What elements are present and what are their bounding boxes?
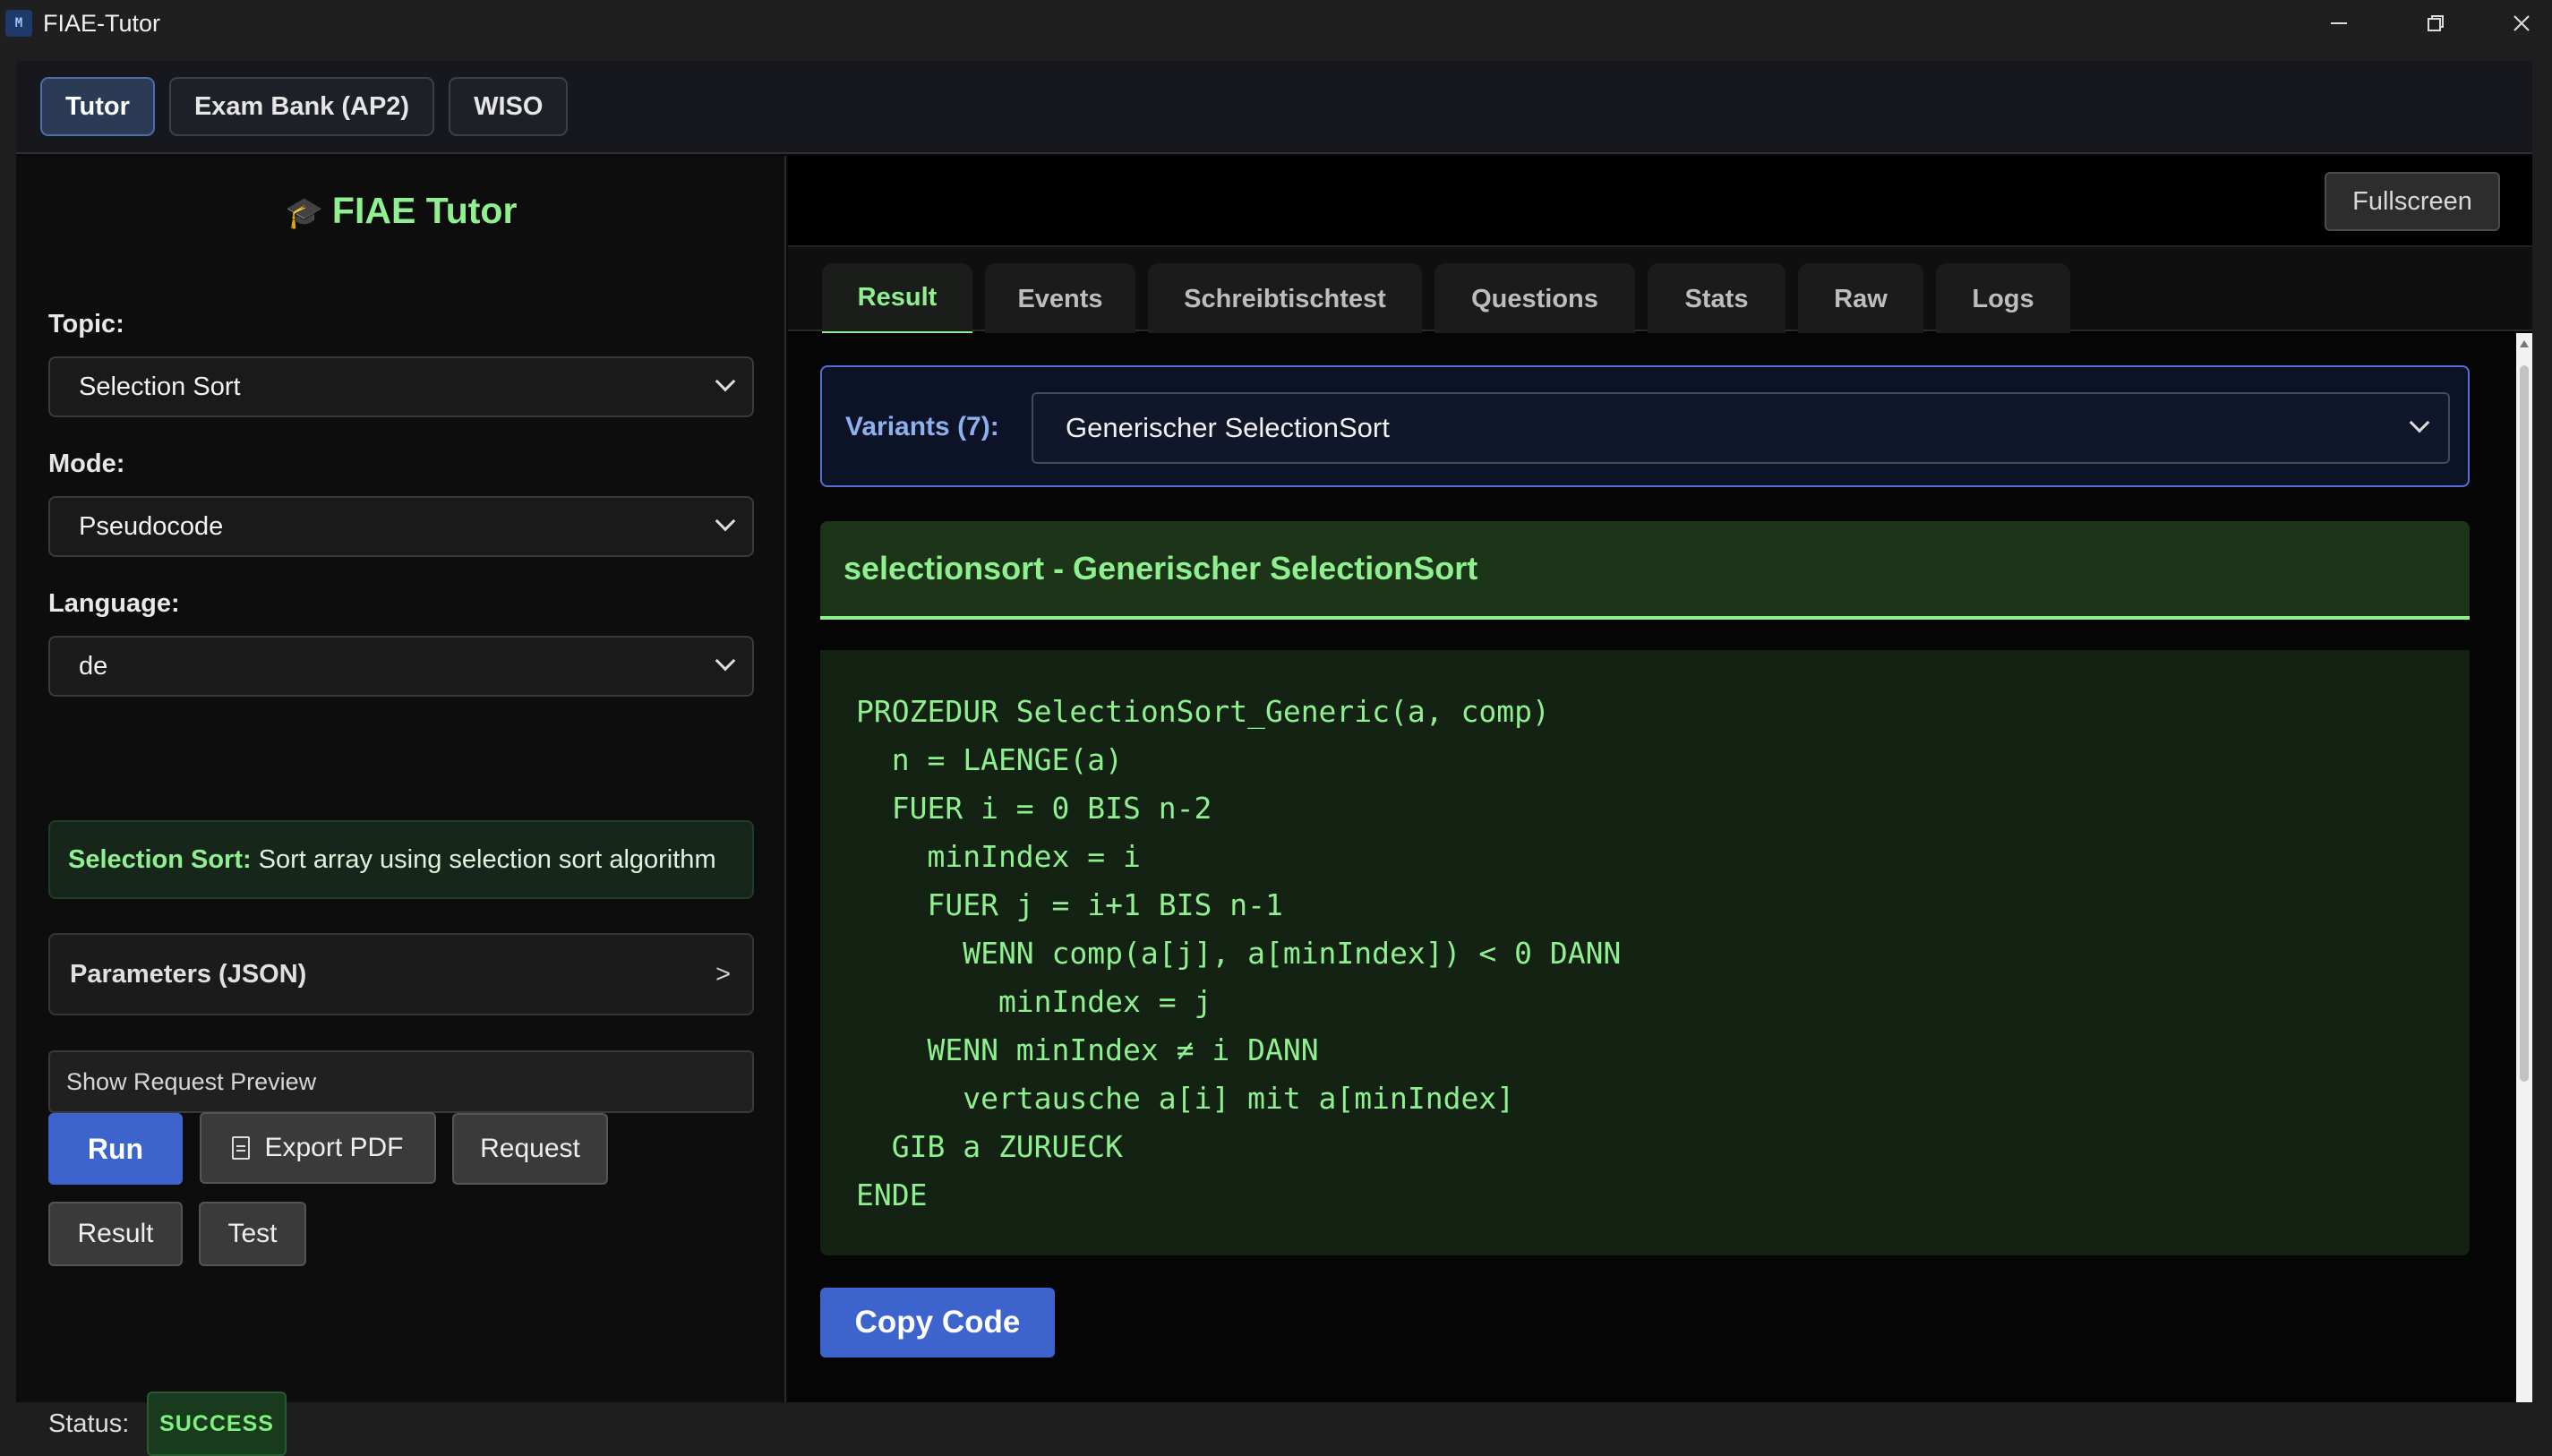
sidebar: 🎓 FIAE Tutor Topic: Selection Sort Mode: … <box>16 156 786 1456</box>
graduation-cap-icon: 🎓 <box>285 196 323 230</box>
language-select-value: de <box>79 651 108 681</box>
code-line: minIndex = j <box>856 984 1212 1019</box>
restore-icon[interactable] <box>2394 0 2477 47</box>
fullscreen-button[interactable]: Fullscreen <box>2325 172 2500 231</box>
app-window: Tutor Exam Bank (AP2) WISO 🎓 FIAE Tutor T… <box>16 61 2532 1456</box>
result-button[interactable]: Result <box>48 1202 183 1266</box>
brand-title: FIAE Tutor <box>331 190 518 231</box>
app-logo-icon: M <box>5 10 32 37</box>
export-pdf-button[interactable]: Export PDF <box>200 1112 436 1184</box>
code-line: GIB a ZURUECK <box>856 1129 1124 1164</box>
close-icon[interactable] <box>2491 0 2552 47</box>
chevron-down-icon <box>715 371 736 392</box>
chevron-down-icon <box>715 650 736 672</box>
brand-header: 🎓 FIAE Tutor <box>16 190 786 232</box>
result-tabs: Result Events Schreibtischtest Questions… <box>788 245 2532 335</box>
language-select[interactable]: de <box>48 636 754 697</box>
variants-select[interactable]: Generischer SelectionSort <box>1032 392 2450 464</box>
topic-info-name: Selection Sort: <box>68 844 252 874</box>
variants-label: Variants (7): <box>845 412 999 441</box>
tab-schreibtischtest[interactable]: Schreibtischtest <box>1148 263 1422 335</box>
code-line: WENN comp(a[j], a[minIndex]) < 0 DANN <box>856 936 1622 971</box>
result-title: selectionsort - Generischer SelectionSor… <box>820 521 2470 620</box>
nav-tab-exam-bank[interactable]: Exam Bank (AP2) <box>168 77 435 136</box>
code-line: PROZEDUR SelectionSort_Generic(a, comp) <box>856 694 1550 729</box>
topic-select[interactable]: Selection Sort <box>48 356 754 417</box>
tab-logs[interactable]: Logs <box>1936 263 2070 335</box>
request-button[interactable]: Request <box>452 1113 608 1185</box>
mode-select-value: Pseudocode <box>79 511 224 541</box>
chevron-down-icon <box>2409 412 2430 433</box>
code-line: n = LAENGE(a) <box>856 742 1124 777</box>
main-panel: Fullscreen Result Events Schreibtischtes… <box>788 156 2532 1402</box>
chevron-down-icon <box>715 510 736 532</box>
parameters-json-toggle[interactable]: Parameters (JSON) > <box>48 933 754 1015</box>
topic-info-description: Sort array using selection sort algorith… <box>258 844 716 874</box>
document-icon <box>232 1136 251 1160</box>
minimize-icon[interactable] <box>2298 0 2380 47</box>
code-line: FUER j = i+1 BIS n-1 <box>856 887 1283 922</box>
topic-info-box: Selection Sort: Sort array using selecti… <box>48 820 754 899</box>
tab-result[interactable]: Result <box>822 263 972 335</box>
code-line: minIndex = i <box>856 839 1141 874</box>
code-line: FUER i = 0 BIS n-2 <box>856 791 1212 826</box>
variants-select-value: Generischer SelectionSort <box>1066 412 1390 443</box>
code-line: vertausche a[i] mit a[minIndex] <box>856 1081 1515 1116</box>
code-line: WENN minIndex ≠ i DANN <box>856 1032 1319 1067</box>
nav-tab-wiso[interactable]: WISO <box>449 77 569 136</box>
chevron-right-icon: > <box>715 959 731 989</box>
topic-label: Topic: <box>48 310 124 338</box>
show-request-preview-toggle[interactable]: Show Request Preview <box>48 1050 754 1113</box>
language-label: Language: <box>48 589 180 618</box>
copy-code-button[interactable]: Copy Code <box>820 1288 1055 1358</box>
top-navigation: Tutor Exam Bank (AP2) WISO <box>16 61 2532 154</box>
run-button[interactable]: Run <box>48 1113 183 1185</box>
export-pdf-label: Export PDF <box>264 1133 404 1162</box>
tab-questions[interactable]: Questions <box>1434 263 1635 335</box>
window-titlebar: M FIAE-Tutor <box>0 0 2552 47</box>
topic-select-value: Selection Sort <box>79 372 241 401</box>
status-label: Status: <box>48 1409 130 1438</box>
variants-panel: Variants (7): Generischer SelectionSort <box>820 365 2470 487</box>
scrollbar[interactable] <box>2516 333 2532 1402</box>
parameters-label: Parameters (JSON) <box>70 959 307 989</box>
tab-stats[interactable]: Stats <box>1648 263 1786 335</box>
scroll-up-arrow-icon[interactable] <box>2520 340 2529 347</box>
tab-raw[interactable]: Raw <box>1798 263 1923 335</box>
result-content: Variants (7): Generischer SelectionSort … <box>788 333 2532 1402</box>
code-line: ENDE <box>856 1178 928 1212</box>
mode-label: Mode: <box>48 450 125 478</box>
test-button[interactable]: Test <box>199 1202 306 1266</box>
mode-select[interactable]: Pseudocode <box>48 496 754 557</box>
tab-events[interactable]: Events <box>985 263 1135 335</box>
scrollbar-thumb[interactable] <box>2520 365 2529 1082</box>
status-badge: SUCCESS <box>147 1392 287 1456</box>
window-title: FIAE-Tutor <box>43 9 161 37</box>
pseudocode-block: PROZEDUR SelectionSort_Generic(a, comp) … <box>820 650 2470 1255</box>
nav-tab-tutor[interactable]: Tutor <box>40 77 155 136</box>
